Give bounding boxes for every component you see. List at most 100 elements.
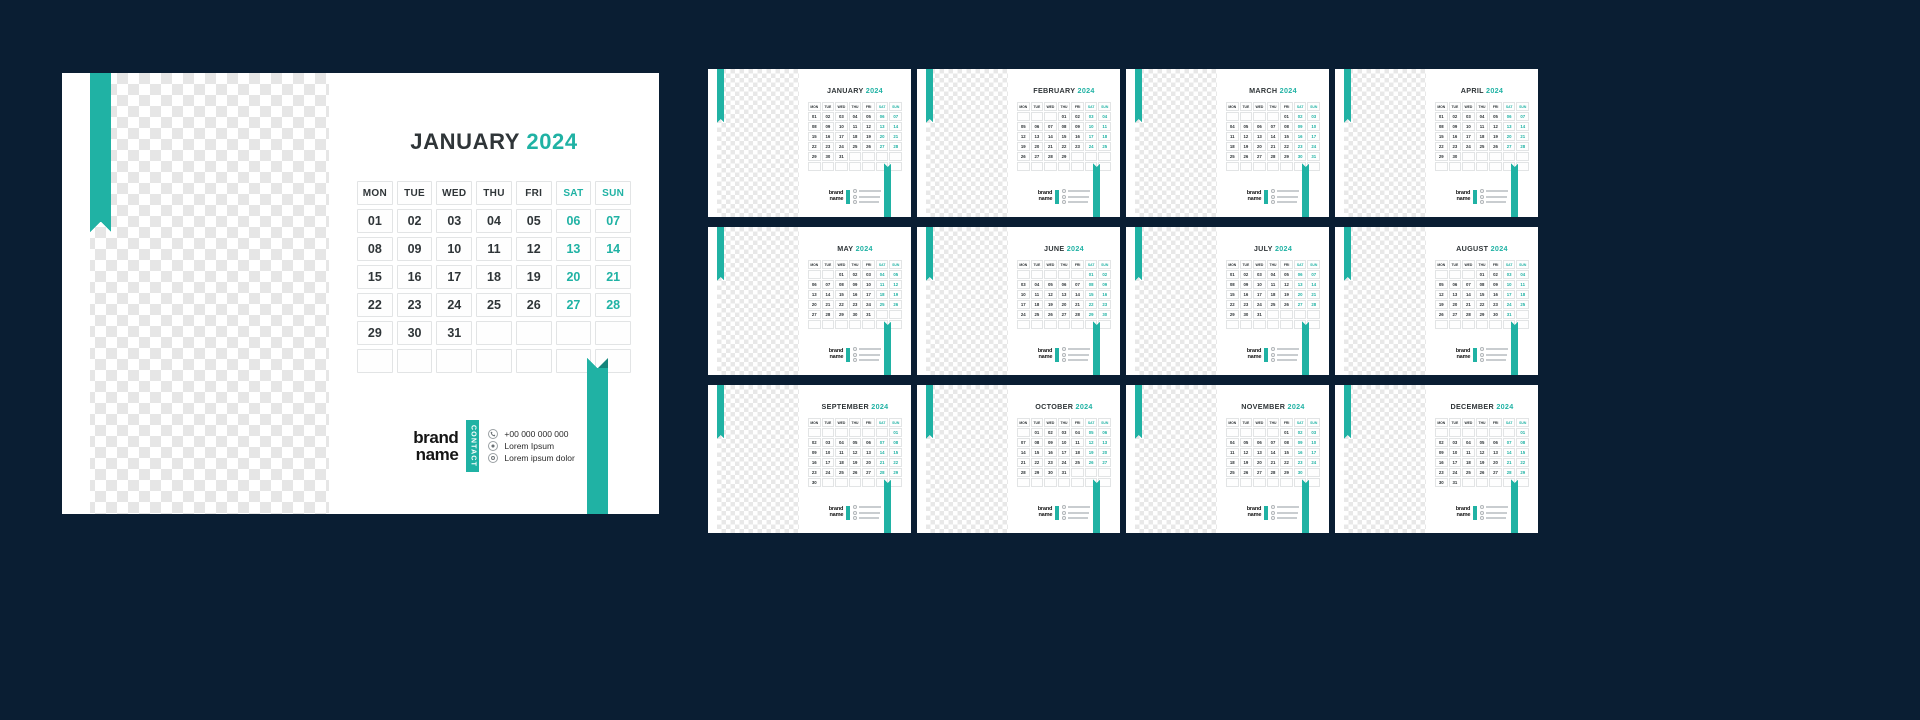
calendar-day-cell[interactable]: 30 [1489, 310, 1502, 319]
calendar-day-cell[interactable]: 15 [1057, 132, 1071, 141]
calendar-day-cell[interactable]: 14 [595, 237, 631, 261]
calendar-day-cell[interactable]: 01 [1030, 428, 1044, 437]
calendar-day-cell[interactable]: 23 [821, 142, 835, 151]
calendar-day-cell[interactable]: 03 [1057, 428, 1071, 437]
calendar-day-cell[interactable]: 23 [1435, 468, 1448, 477]
calendar-day-cell[interactable]: 30 [1239, 310, 1253, 319]
calendar-day-cell[interactable]: 30 [821, 152, 835, 161]
calendar-day-cell[interactable]: 30 [1435, 478, 1448, 487]
month-thumbnail-september[interactable]: SEPTEMBER 2024 MON TUE WED THU FRI SAT SUN 01 02 0… [708, 385, 911, 533]
calendar-day-cell[interactable]: 26 [1435, 310, 1448, 319]
calendar-day-cell[interactable]: 06 [875, 112, 889, 121]
calendar-day-cell[interactable]: 26 [1239, 152, 1253, 161]
calendar-day-cell[interactable]: 03 [1307, 112, 1320, 121]
calendar-day-cell[interactable]: 02 [808, 438, 821, 447]
calendar-day-cell[interactable]: 28 [1307, 300, 1320, 309]
calendar-day-cell[interactable]: 13 [1057, 290, 1071, 299]
calendar-day-cell[interactable]: 09 [1239, 280, 1253, 289]
calendar-day-cell[interactable]: 10 [1307, 122, 1320, 131]
calendar-day-cell[interactable]: 15 [1030, 448, 1044, 457]
calendar-day-cell[interactable]: 18 [848, 132, 862, 141]
calendar-day-cell[interactable]: 28 [889, 142, 902, 151]
calendar-day-cell[interactable]: 02 [1071, 112, 1084, 121]
calendar-day-cell[interactable]: 10 [1307, 438, 1320, 447]
calendar-day-cell[interactable]: 07 [1017, 438, 1030, 447]
calendar-day-cell[interactable]: 02 [1293, 112, 1307, 121]
calendar-day-cell[interactable]: 23 [808, 468, 821, 477]
calendar-day-cell[interactable]: 05 [1044, 280, 1057, 289]
calendar-day-cell[interactable]: 02 [1448, 112, 1462, 121]
calendar-day-cell[interactable]: 19 [848, 458, 862, 467]
calendar-day-cell[interactable]: 24 [1307, 142, 1320, 151]
calendar-day-cell[interactable]: 10 [1502, 280, 1516, 289]
calendar-day-cell[interactable]: 25 [848, 142, 862, 151]
calendar-day-cell[interactable]: 17 [1307, 132, 1320, 141]
calendar-day-cell[interactable]: 11 [1098, 122, 1111, 131]
calendar-day-cell[interactable]: 10 [1017, 290, 1030, 299]
calendar-day-cell[interactable]: 02 [848, 270, 862, 279]
calendar-day-cell[interactable]: 09 [1071, 122, 1084, 131]
calendar-day-cell[interactable]: 24 [821, 468, 835, 477]
calendar-day-cell[interactable]: 29 [1084, 310, 1098, 319]
calendar-day-cell[interactable]: 21 [1266, 458, 1280, 467]
calendar-day-cell[interactable]: 17 [821, 458, 835, 467]
main-calendar-grid[interactable]: MON TUE WED THU FRI SAT SUN 01 02 03 04 05 06 07 08 09 1… [357, 181, 631, 373]
thumbnail-calendar-grid[interactable]: MON TUE WED THU FRI SAT SUN 01 02 03 04 05 06 07 08 09 1… [808, 418, 902, 487]
calendar-day-cell[interactable]: 24 [1502, 300, 1516, 309]
calendar-day-cell[interactable]: 02 [1044, 428, 1057, 437]
calendar-day-cell[interactable]: 28 [1071, 310, 1084, 319]
calendar-day-cell[interactable]: 06 [1253, 438, 1266, 447]
calendar-day-cell[interactable]: 02 [396, 209, 433, 233]
calendar-day-cell[interactable]: 01 [1226, 270, 1239, 279]
calendar-day-cell[interactable]: 12 [1239, 132, 1253, 141]
calendar-day-cell[interactable]: 28 [875, 468, 889, 477]
calendar-day-cell[interactable]: 22 [1280, 142, 1293, 151]
calendar-day-cell[interactable]: 25 [1226, 468, 1239, 477]
calendar-day-cell[interactable]: 08 [1084, 280, 1098, 289]
calendar-day-cell[interactable]: 15 [1280, 132, 1293, 141]
calendar-day-cell[interactable]: 17 [1448, 458, 1462, 467]
calendar-day-cell[interactable]: 12 [1239, 448, 1253, 457]
calendar-day-cell[interactable]: 30 [848, 310, 862, 319]
calendar-day-cell[interactable]: 21 [595, 265, 631, 289]
calendar-day-cell[interactable]: 26 [1044, 310, 1057, 319]
calendar-day-cell[interactable]: 03 [1084, 112, 1098, 121]
calendar-day-cell[interactable]: 27 [1098, 458, 1111, 467]
calendar-day-cell[interactable]: 08 [1030, 438, 1044, 447]
calendar-day-cell[interactable]: 01 [1435, 112, 1448, 121]
calendar-day-cell[interactable]: 20 [1293, 290, 1307, 299]
calendar-day-cell[interactable]: 13 [875, 122, 889, 131]
calendar-day-cell[interactable]: 29 [357, 321, 393, 345]
calendar-day-cell[interactable]: 29 [1280, 152, 1293, 161]
calendar-day-cell[interactable]: 22 [1226, 300, 1239, 309]
calendar-day-cell[interactable]: 02 [1098, 270, 1111, 279]
calendar-day-cell[interactable]: 21 [1044, 142, 1057, 151]
calendar-day-cell[interactable]: 08 [1516, 438, 1529, 447]
month-thumbnail-january[interactable]: JANUARY 2024 MON TUE WED THU FRI SAT SUN 01 02 03 0… [708, 69, 911, 217]
calendar-day-cell[interactable]: 15 [1226, 290, 1239, 299]
calendar-day-cell[interactable]: 01 [1280, 112, 1293, 121]
calendar-day-cell[interactable]: 23 [1448, 142, 1462, 151]
calendar-day-cell[interactable]: 30 [396, 321, 433, 345]
calendar-day-cell[interactable]: 01 [1516, 428, 1529, 437]
calendar-day-cell[interactable]: 01 [835, 270, 848, 279]
calendar-day-cell[interactable]: 02 [1435, 438, 1448, 447]
calendar-day-cell[interactable]: 11 [1226, 448, 1239, 457]
calendar-day-cell[interactable]: 29 [808, 152, 821, 161]
calendar-day-cell[interactable]: 16 [1489, 290, 1502, 299]
month-thumbnail-february[interactable]: FEBRUARY 2024 MON TUE WED THU FRI SAT SUN 01 02 03… [917, 69, 1120, 217]
calendar-day-cell[interactable]: 26 [1475, 468, 1489, 477]
calendar-day-cell[interactable]: 21 [1071, 300, 1084, 309]
calendar-day-cell[interactable]: 07 [1071, 280, 1084, 289]
calendar-day-cell[interactable]: 12 [1017, 132, 1030, 141]
calendar-day-cell[interactable]: 04 [835, 438, 848, 447]
month-thumbnail-november[interactable]: NOVEMBER 2024 MON TUE WED THU FRI SAT SUN 01 02 03… [1126, 385, 1329, 533]
calendar-day-cell[interactable]: 31 [1253, 310, 1266, 319]
calendar-day-cell[interactable]: 24 [1057, 458, 1071, 467]
calendar-day-cell[interactable]: 16 [808, 458, 821, 467]
calendar-day-cell[interactable]: 06 [1098, 428, 1111, 437]
calendar-day-cell[interactable]: 05 [889, 270, 902, 279]
calendar-day-cell[interactable]: 03 [835, 112, 848, 121]
calendar-day-cell[interactable]: 07 [1266, 122, 1280, 131]
calendar-day-cell[interactable]: 21 [1307, 290, 1320, 299]
